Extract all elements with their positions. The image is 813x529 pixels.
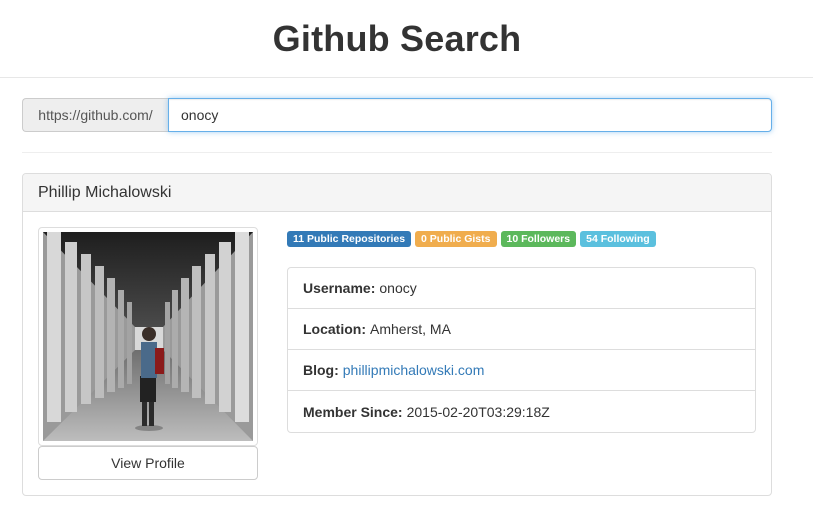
location-label: Location:	[303, 321, 366, 337]
badge-followers: 10 Followers	[500, 231, 577, 247]
list-item-blog: Blog: phillipmichalowski.com	[288, 350, 755, 391]
username-value: onocy	[379, 280, 417, 296]
profile-details-list: Username: onocy Location: Amherst, MA Bl…	[287, 267, 756, 433]
page-title: Github Search	[272, 18, 522, 59]
profile-panel-heading: Phillip Michalowski	[23, 174, 771, 212]
view-profile-button[interactable]: View Profile	[38, 446, 258, 480]
list-item-member-since: Member Since: 2015-02-20T03:29:18Z	[288, 391, 755, 432]
username-label: Username:	[303, 280, 376, 296]
badge-following: 54 Following	[580, 231, 656, 247]
badge-public-repos: 11 Public Repositories	[287, 231, 412, 247]
search-group: https://github.com/	[22, 98, 772, 132]
member-since-label: Member Since:	[303, 403, 403, 420]
badge-public-gists: 0 Public Gists	[415, 231, 497, 247]
profile-panel: Phillip Michalowski View Profile 11 Publ…	[22, 173, 772, 496]
member-since-value: 2015-02-20T03:29:18Z	[406, 403, 550, 420]
avatar-thumbnail	[38, 227, 258, 446]
blog-link[interactable]: phillipmichalowski.com	[343, 362, 485, 378]
blog-label: Blog:	[303, 362, 339, 378]
divider	[22, 152, 772, 153]
url-prefix-addon: https://github.com/	[22, 98, 168, 132]
username-search-input[interactable]	[168, 98, 772, 132]
avatar	[43, 232, 253, 441]
list-item-location: Location: Amherst, MA	[288, 309, 755, 350]
page-header: Github Search	[0, 0, 813, 78]
list-item-username: Username: onocy	[288, 268, 755, 309]
profile-name: Phillip Michalowski	[38, 183, 172, 201]
stats-badges: 11 Public Repositories 0 Public Gists 10…	[287, 231, 656, 247]
location-value: Amherst, MA	[370, 321, 451, 337]
